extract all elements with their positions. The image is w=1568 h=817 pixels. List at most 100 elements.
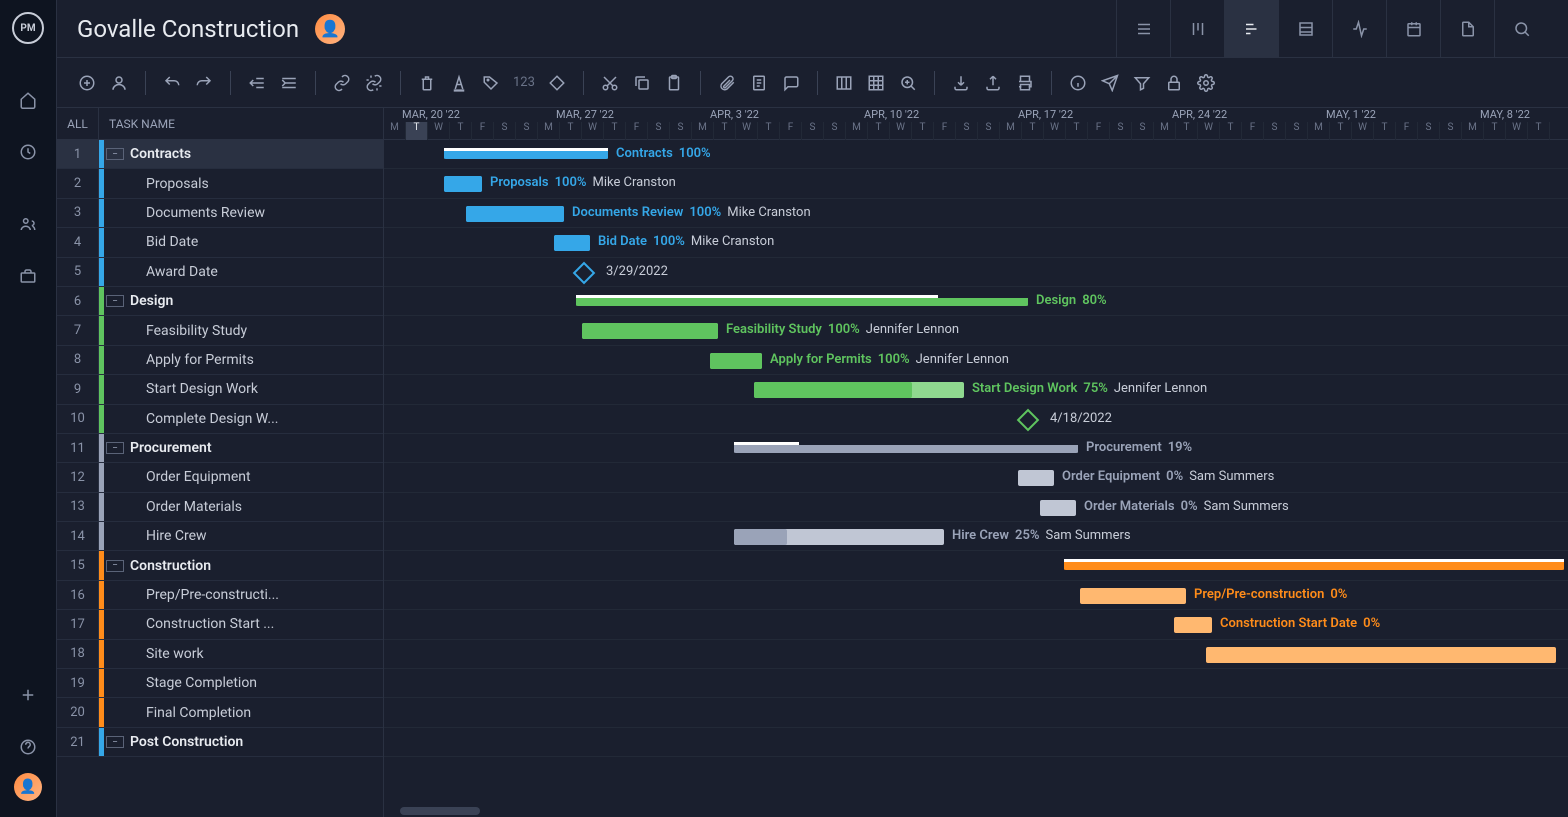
view-file-icon[interactable] — [1440, 0, 1494, 58]
task-row[interactable]: 17Construction Start ... — [57, 610, 383, 639]
task-row[interactable]: 21−Post Construction — [57, 728, 383, 757]
view-activity-icon[interactable] — [1332, 0, 1386, 58]
col-name-header[interactable]: TASK NAME — [99, 117, 383, 131]
tag-icon[interactable] — [477, 69, 505, 97]
task-row[interactable]: 15−Construction — [57, 551, 383, 580]
link-icon[interactable] — [328, 69, 356, 97]
gantt-row[interactable] — [384, 669, 1568, 698]
briefcase-icon[interactable] — [16, 264, 40, 288]
diamond-icon[interactable] — [543, 69, 571, 97]
gantt-bar[interactable] — [576, 298, 1028, 306]
collapse-icon[interactable]: − — [106, 560, 124, 572]
view-gantt-icon[interactable] — [1224, 0, 1278, 58]
text-color-icon[interactable] — [445, 69, 473, 97]
redo-icon[interactable] — [190, 69, 218, 97]
task-row[interactable]: 19Stage Completion — [57, 669, 383, 698]
unlink-icon[interactable] — [360, 69, 388, 97]
gantt-bar[interactable] — [1064, 562, 1564, 570]
task-row[interactable]: 6−Design — [57, 287, 383, 316]
print-icon[interactable] — [1011, 69, 1039, 97]
task-row[interactable]: 4Bid Date — [57, 228, 383, 257]
export-icon[interactable] — [979, 69, 1007, 97]
task-row[interactable]: 2Proposals — [57, 169, 383, 198]
gantt-row[interactable]: Order Equipment0%Sam Summers — [384, 463, 1568, 492]
paste-icon[interactable] — [660, 69, 688, 97]
home-icon[interactable] — [16, 88, 40, 112]
indent-icon[interactable] — [275, 69, 303, 97]
view-board-icon[interactable] — [1170, 0, 1224, 58]
gantt-row[interactable]: Procurement19% — [384, 434, 1568, 463]
gantt-bar[interactable] — [444, 151, 608, 159]
gantt-bar[interactable] — [734, 445, 1078, 453]
send-icon[interactable] — [1096, 69, 1124, 97]
gantt-row[interactable]: Contracts100% — [384, 140, 1568, 169]
gantt-row[interactable]: Bid Date100%Mike Cranston — [384, 228, 1568, 257]
gantt-bar[interactable] — [466, 206, 564, 222]
comment-icon[interactable] — [777, 69, 805, 97]
gantt-row[interactable]: Start Design Work75%Jennifer Lennon — [384, 375, 1568, 404]
user-avatar-icon[interactable]: 👤 — [14, 773, 42, 801]
task-row[interactable]: 1−Contracts — [57, 140, 383, 169]
task-row[interactable]: 12Order Equipment — [57, 463, 383, 492]
gantt-bar[interactable] — [754, 382, 964, 398]
clock-icon[interactable] — [16, 140, 40, 164]
gantt-row[interactable]: Order Materials0%Sam Summers — [384, 493, 1568, 522]
gantt-row[interactable] — [384, 640, 1568, 669]
columns-icon[interactable] — [830, 69, 858, 97]
view-calendar-icon[interactable] — [1386, 0, 1440, 58]
task-row[interactable]: 18Site work — [57, 640, 383, 669]
plus-icon[interactable] — [16, 683, 40, 707]
copy-icon[interactable] — [628, 69, 656, 97]
gantt-bar[interactable] — [1080, 588, 1186, 604]
gantt-row[interactable]: 4/18/2022 — [384, 405, 1568, 434]
people-icon[interactable] — [16, 212, 40, 236]
zoom-icon[interactable] — [894, 69, 922, 97]
task-row[interactable]: 16Prep/Pre-constructi... — [57, 581, 383, 610]
task-row[interactable]: 10Complete Design W... — [57, 405, 383, 434]
assign-icon[interactable] — [105, 69, 133, 97]
add-icon[interactable] — [73, 69, 101, 97]
view-list-icon[interactable] — [1116, 0, 1170, 58]
collapse-icon[interactable]: − — [106, 148, 124, 160]
gantt-bar[interactable] — [1040, 500, 1076, 516]
gantt-bar[interactable] — [582, 323, 718, 339]
outdent-icon[interactable] — [243, 69, 271, 97]
help-icon[interactable] — [16, 735, 40, 759]
gantt-row[interactable]: Feasibility Study100%Jennifer Lennon — [384, 316, 1568, 345]
horizontal-scrollbar[interactable] — [384, 805, 1568, 817]
milestone-icon[interactable] — [1017, 408, 1040, 431]
gantt-row[interactable]: Design80% — [384, 287, 1568, 316]
import-icon[interactable] — [947, 69, 975, 97]
gantt-chart[interactable]: MAR, 20 '22MAR, 27 '22APR, 3 '22APR, 10 … — [384, 108, 1568, 817]
task-row[interactable]: 13Order Materials — [57, 493, 383, 522]
gantt-bar[interactable] — [444, 176, 482, 192]
col-all-header[interactable]: ALL — [57, 108, 99, 139]
gantt-row[interactable]: Proposals100%Mike Cranston — [384, 169, 1568, 198]
project-avatar-icon[interactable]: 👤 — [315, 14, 345, 44]
cut-icon[interactable] — [596, 69, 624, 97]
gantt-bar[interactable] — [554, 235, 590, 251]
search-icon[interactable] — [1494, 0, 1548, 58]
note-icon[interactable] — [745, 69, 773, 97]
gantt-row[interactable]: Hire Crew25%Sam Summers — [384, 522, 1568, 551]
gantt-row[interactable] — [384, 728, 1568, 757]
view-sheet-icon[interactable] — [1278, 0, 1332, 58]
attach-icon[interactable] — [713, 69, 741, 97]
filter-icon[interactable] — [1128, 69, 1156, 97]
task-row[interactable]: 14Hire Crew — [57, 522, 383, 551]
gantt-bar[interactable] — [710, 353, 762, 369]
gantt-row[interactable]: Documents Review100%Mike Cranston — [384, 199, 1568, 228]
task-row[interactable]: 11−Procurement — [57, 434, 383, 463]
delete-icon[interactable] — [413, 69, 441, 97]
info-icon[interactable] — [1064, 69, 1092, 97]
task-row[interactable]: 5Award Date — [57, 258, 383, 287]
gantt-bar[interactable] — [1018, 470, 1054, 486]
grid-icon[interactable] — [862, 69, 890, 97]
gantt-row[interactable] — [384, 698, 1568, 727]
gantt-row[interactable]: Prep/Pre-construction0% — [384, 581, 1568, 610]
collapse-icon[interactable]: − — [106, 736, 124, 748]
undo-icon[interactable] — [158, 69, 186, 97]
gantt-bar[interactable] — [1174, 617, 1212, 633]
gantt-bar[interactable] — [734, 529, 944, 545]
task-row[interactable]: 3Documents Review — [57, 199, 383, 228]
